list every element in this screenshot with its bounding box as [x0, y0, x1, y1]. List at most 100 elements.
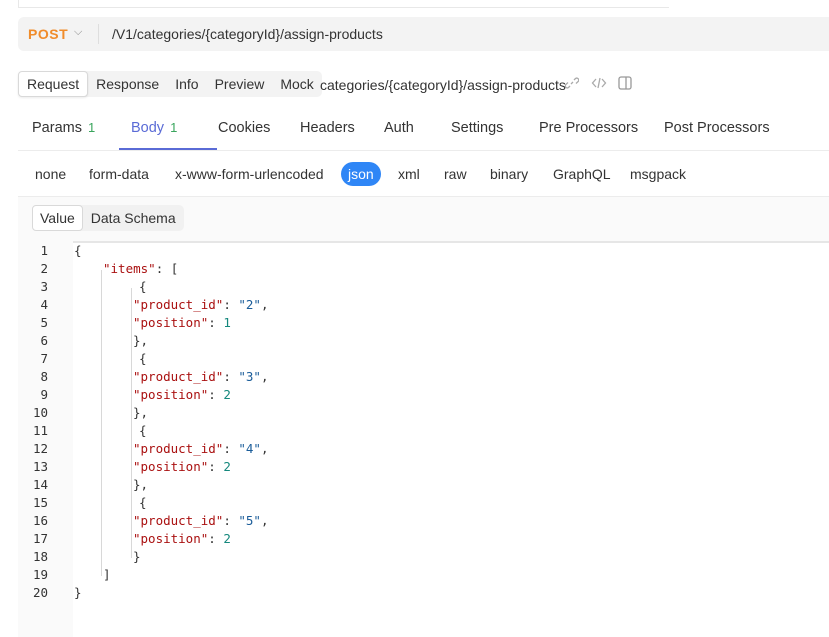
line-number: 15	[32, 495, 48, 510]
tab-post-processors[interactable]: Post Processors	[664, 120, 770, 136]
code-token: }	[133, 549, 141, 564]
line-number: 1	[40, 243, 48, 258]
line-number: 10	[32, 405, 48, 420]
indent-guide	[131, 288, 132, 558]
code-token: {	[139, 351, 147, 366]
request-subtabs: Request Response Info Preview Mock	[18, 71, 322, 97]
tab-params[interactable]: Params 1	[32, 120, 95, 136]
json-code-editor[interactable]: 1 { 2 "items": [ 3 { 4 "product_id": "2", 5 "…	[18, 243, 829, 637]
code-token: "product_id": "3",	[133, 368, 268, 386]
line-number: 14	[32, 477, 48, 492]
code-token: :	[223, 441, 239, 456]
code-token: "position": 2	[133, 386, 231, 404]
main-tabs: Params 1 Body 1 Cookies Headers Auth Setti…	[18, 108, 829, 151]
code-token: ,	[260, 441, 269, 456]
code-token: ,	[260, 369, 269, 384]
tab-value[interactable]: Value	[32, 205, 83, 231]
body-type-form-data[interactable]: form-data	[89, 166, 149, 182]
chevron-down-icon[interactable]: ⌵	[74, 26, 82, 39]
line-number: 6	[40, 333, 48, 348]
tab-label: Params	[32, 120, 82, 136]
code-token: "4"	[238, 441, 261, 456]
code-token: "5"	[238, 513, 261, 528]
url-input[interactable]: /V1/categories/{categoryId}/assign-produ…	[112, 26, 383, 42]
code-token: "product_id": "2",	[133, 296, 268, 314]
tab-auth[interactable]: Auth	[384, 120, 414, 136]
code-token: 2	[223, 531, 231, 546]
line-number: 3	[40, 279, 48, 294]
code-token: "position"	[133, 531, 209, 546]
code-token: :	[223, 513, 239, 528]
body-type-raw[interactable]: raw	[444, 166, 467, 182]
code-token: :	[208, 315, 224, 330]
tab-cookies[interactable]: Cookies	[218, 120, 270, 136]
endpoint-name: categories/{categoryId}/assign-products	[320, 77, 566, 93]
tab-data-schema[interactable]: Data Schema	[83, 205, 184, 231]
code-token: "position"	[133, 459, 209, 474]
code-icon[interactable]	[591, 76, 607, 93]
tab-mock[interactable]: Mock	[272, 71, 321, 97]
code-token: ,	[260, 297, 269, 312]
code-token: "position"	[133, 315, 209, 330]
tab-request[interactable]: Request	[18, 71, 89, 97]
tab-count-badge: 1	[170, 120, 178, 135]
code-token: "product_id": "4",	[133, 440, 268, 458]
code-token: ,	[260, 513, 269, 528]
body-type-json[interactable]: json	[341, 162, 381, 186]
code-token: },	[133, 477, 149, 492]
code-token: {	[74, 243, 82, 258]
code-token: {	[139, 495, 147, 510]
body-type-xml[interactable]: xml	[398, 166, 420, 182]
tab-response[interactable]: Response	[88, 71, 167, 97]
code-token: :	[208, 459, 224, 474]
code-token: 2	[223, 387, 231, 402]
divider	[98, 24, 99, 44]
tab-headers[interactable]: Headers	[300, 120, 355, 136]
code-token: "product_id"	[133, 441, 224, 456]
body-type-binary[interactable]: binary	[490, 166, 528, 182]
panel-icon[interactable]	[618, 76, 632, 93]
code-token: : [	[155, 261, 179, 276]
tab-label: Body	[131, 120, 165, 136]
code-token: :	[208, 387, 224, 402]
code-token: "3"	[238, 369, 261, 384]
line-number: 19	[32, 567, 48, 582]
code-token: "product_id"	[133, 513, 224, 528]
line-number: 18	[32, 549, 48, 564]
code-token: "product_id"	[133, 369, 224, 384]
tab-body[interactable]: Body 1	[131, 120, 177, 136]
body-type-urlencoded[interactable]: x-www-form-urlencoded	[175, 166, 324, 182]
body-type-msgpack[interactable]: msgpack	[630, 166, 686, 182]
body-type-graphql[interactable]: GraphQL	[553, 166, 611, 182]
line-number: 17	[32, 531, 48, 546]
body-editor-panel: Value Data Schema 1 { 2 "items": [ 3 { 4 "pr…	[18, 197, 829, 637]
line-number: 8	[40, 369, 48, 384]
code-token: "position"	[133, 387, 209, 402]
tab-settings[interactable]: Settings	[451, 120, 503, 136]
line-number: 9	[40, 387, 48, 402]
line-number: 16	[32, 513, 48, 528]
code-token: {	[139, 423, 147, 438]
code-token: 2	[223, 459, 231, 474]
code-token: "items"	[103, 261, 156, 276]
line-number: 4	[40, 297, 48, 312]
body-type-none[interactable]: none	[35, 166, 66, 182]
code-token: "position": 2	[133, 458, 231, 476]
code-token: "2"	[238, 297, 261, 312]
indent-guide	[101, 270, 102, 576]
link-icon[interactable]	[564, 76, 580, 93]
code-token: },	[133, 405, 149, 420]
tab-preview[interactable]: Preview	[207, 71, 273, 97]
line-number: 20	[32, 585, 48, 600]
value-schema-tabs: Value Data Schema	[32, 205, 184, 231]
code-token: "items": [	[103, 260, 178, 278]
code-token: :	[223, 297, 239, 312]
tab-pre-processors[interactable]: Pre Processors	[539, 120, 638, 136]
code-token: {	[139, 279, 147, 294]
code-token: "position": 1	[133, 314, 231, 332]
url-bar: POST ⌵ /V1/categories/{categoryId}/assig…	[18, 17, 829, 51]
code-token: "product_id": "5",	[133, 512, 268, 530]
code-token: ]	[103, 567, 111, 582]
tab-info[interactable]: Info	[167, 71, 206, 97]
method-select[interactable]: POST	[28, 26, 68, 42]
